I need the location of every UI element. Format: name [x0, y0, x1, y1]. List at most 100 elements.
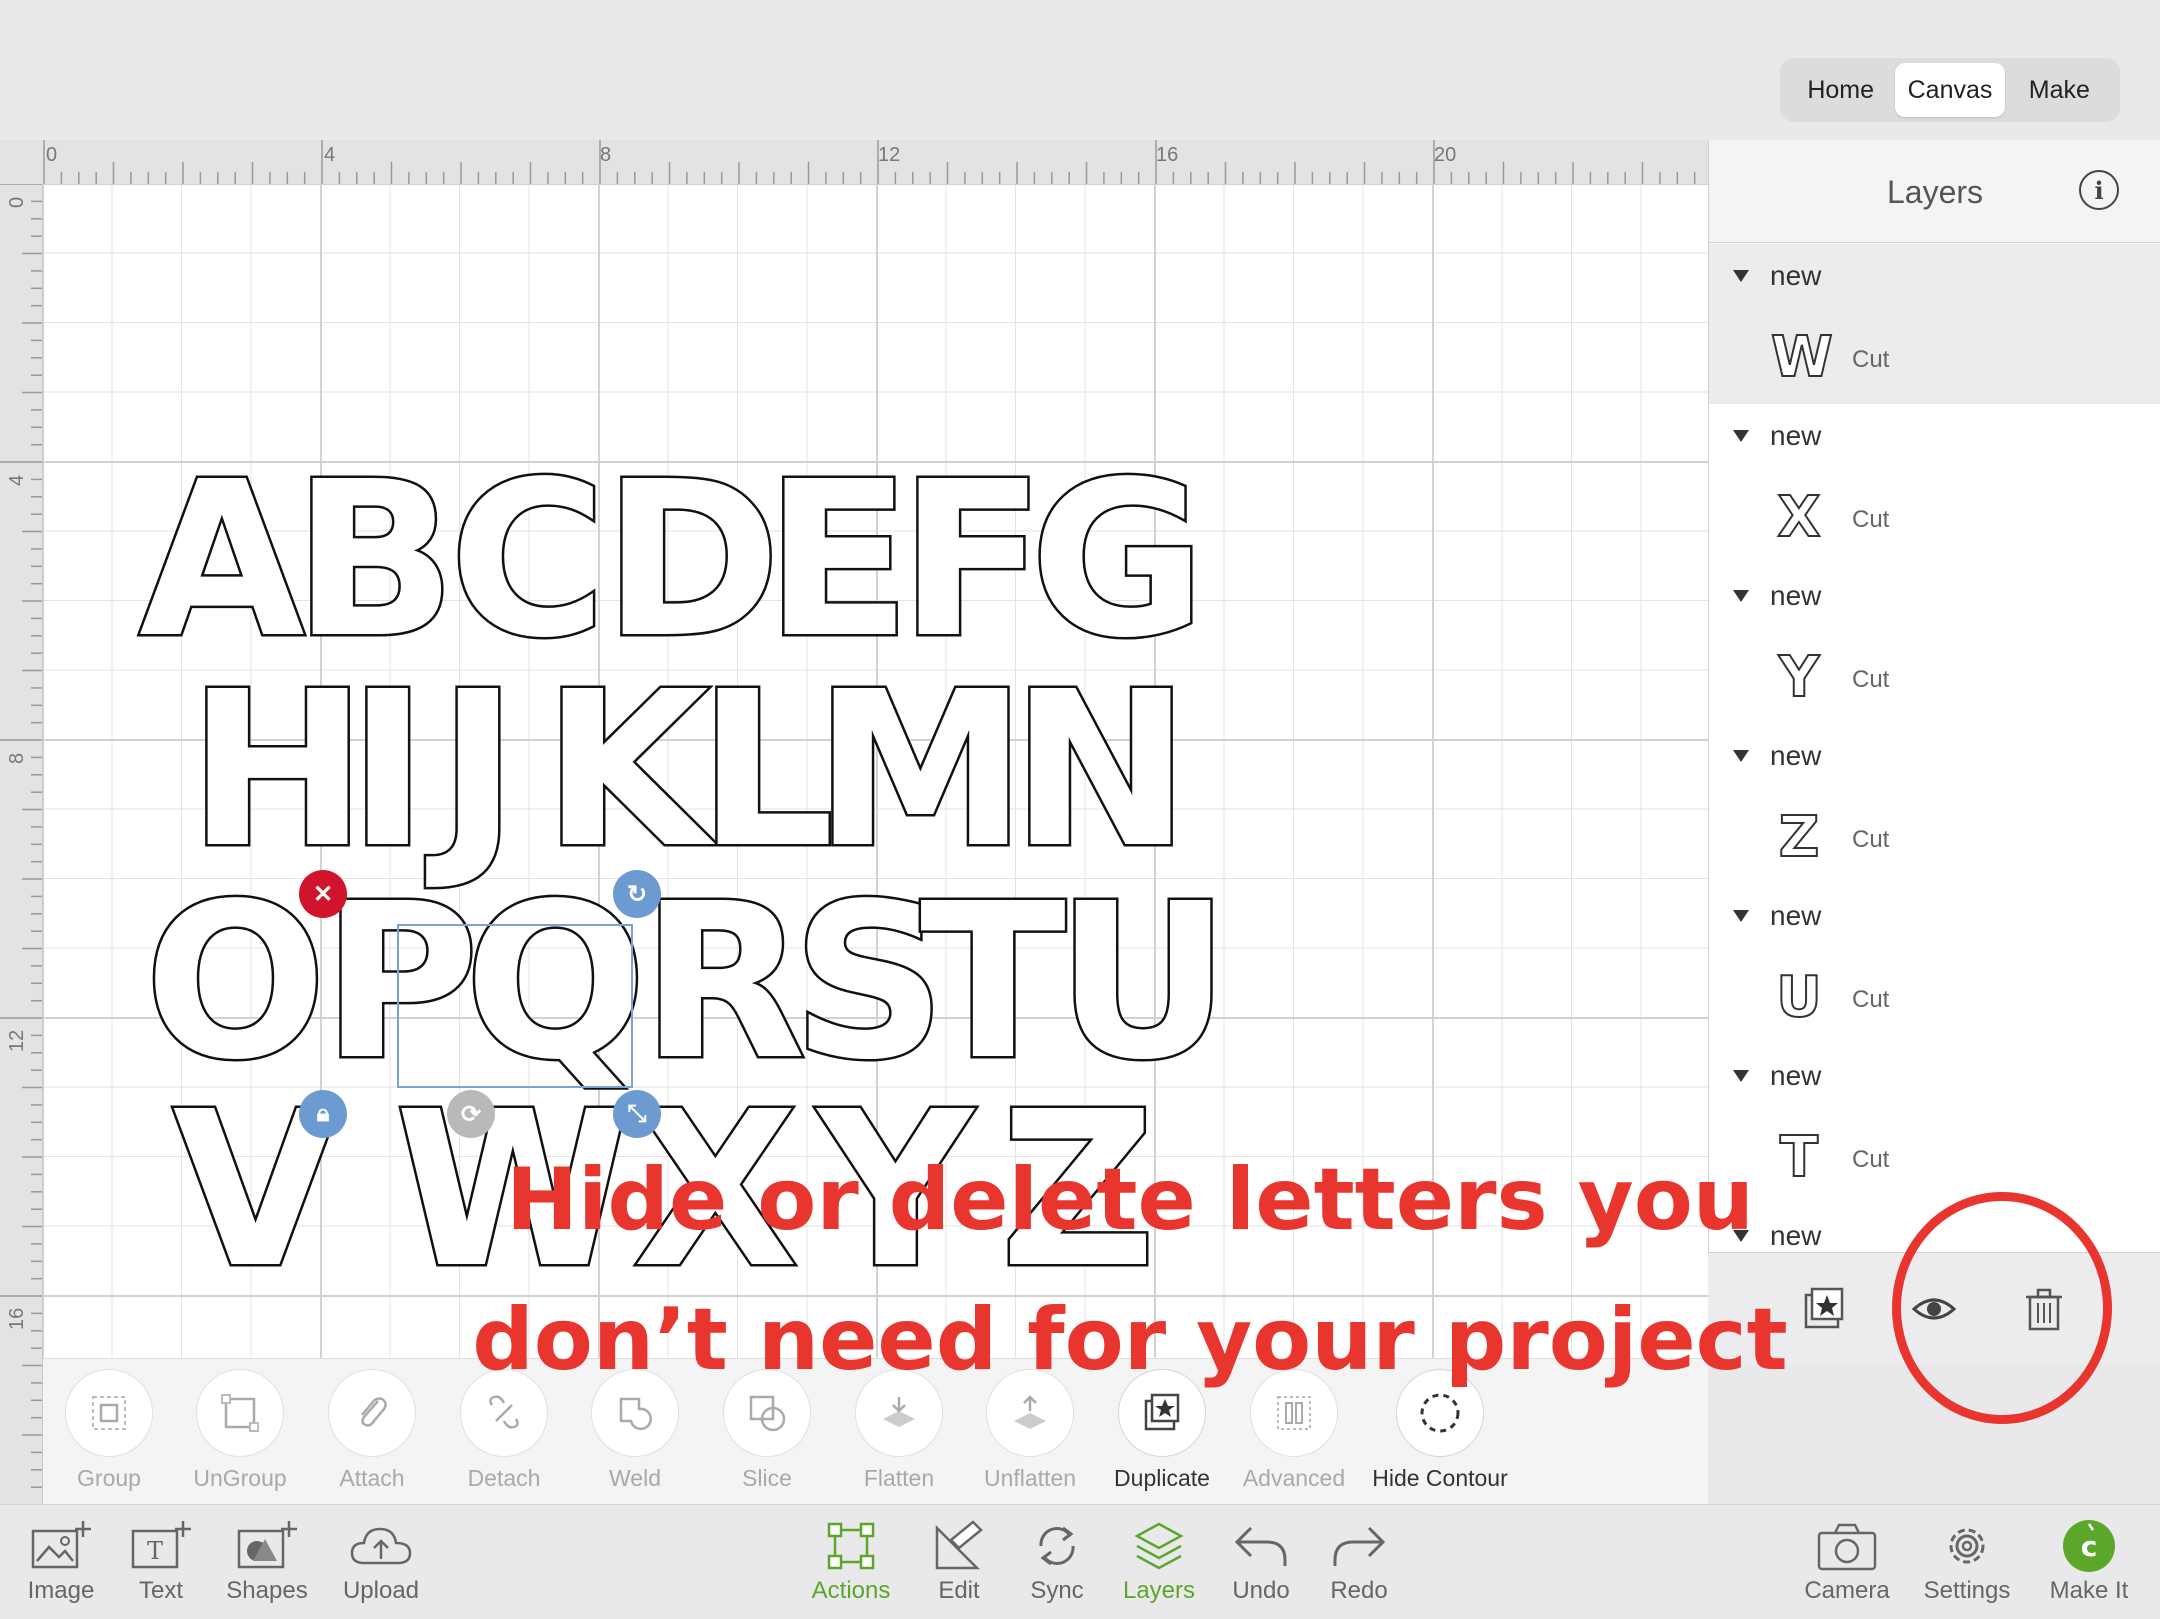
collapse-triangle-icon[interactable] — [1733, 1070, 1749, 1082]
slice-label: Slice — [742, 1465, 792, 1491]
sync-button[interactable]: Sync — [1002, 1515, 1112, 1605]
canvas-letter[interactable]: N — [1008, 661, 1193, 880]
canvas-letter[interactable]: K — [541, 661, 712, 880]
layer-group[interactable]: new Z Cut — [1709, 724, 2160, 886]
flatten-label: Flatten — [863, 1465, 935, 1491]
ruler-label: 4 — [324, 144, 336, 166]
image-button[interactable]: Image — [6, 1515, 116, 1605]
nav-home[interactable]: Home — [1786, 63, 1895, 117]
canvas-letter[interactable]: T — [913, 873, 1073, 1092]
cloud-upload-icon — [350, 1527, 412, 1565]
layer-type: Cut — [1852, 346, 1890, 373]
text-icon: T — [131, 1521, 191, 1569]
weld-label: Weld — [609, 1465, 661, 1491]
layer-group-name: new — [1770, 900, 1822, 931]
group-label: Group — [77, 1465, 141, 1491]
actions-button[interactable]: Actions — [796, 1515, 906, 1605]
svg-text:T: T — [147, 1537, 163, 1565]
undo-icon — [1234, 1526, 1287, 1566]
redo-button[interactable]: Redo — [1304, 1515, 1414, 1605]
canvas-letter[interactable]: E — [762, 451, 913, 670]
annotation-line-1: Hide or delete letters you — [505, 1150, 1755, 1250]
canvas-letter[interactable]: R — [639, 873, 809, 1092]
ungroup-button[interactable]: UnGroup — [174, 1369, 306, 1492]
ungroup-icon — [221, 1394, 259, 1432]
text-label: Text — [138, 1577, 183, 1604]
nav-canvas[interactable]: Canvas — [1895, 63, 2005, 117]
group-icon — [92, 1396, 126, 1430]
collapse-triangle-icon[interactable] — [1733, 430, 1749, 442]
layer-thumbnail: Z — [1778, 805, 1821, 870]
gear-icon — [1949, 1528, 1985, 1564]
ruler-label: 8 — [6, 752, 28, 764]
layers-icon — [1134, 1522, 1184, 1570]
edit-button[interactable]: Edit — [904, 1515, 1014, 1605]
ruler-label: 4 — [6, 474, 28, 486]
collapse-triangle-icon[interactable] — [1733, 270, 1749, 282]
text-button[interactable]: T Text — [106, 1515, 216, 1605]
selection-box[interactable] — [397, 924, 633, 1088]
redo-icon — [1333, 1526, 1386, 1566]
canvas-letter[interactable]: H — [186, 661, 370, 880]
edit-icon — [935, 1520, 983, 1570]
ungroup-label: UnGroup — [193, 1465, 287, 1491]
layers-button[interactable]: Layers — [1104, 1515, 1214, 1605]
canvas-letter[interactable]: F — [897, 451, 1048, 670]
actions-icon — [827, 1522, 875, 1570]
layer-group[interactable]: new W Cut — [1709, 244, 2160, 406]
svg-text:c: c — [2081, 1530, 2098, 1563]
settings-label: Settings — [1923, 1577, 2011, 1604]
settings-button[interactable]: Settings — [1912, 1515, 2022, 1605]
attach-button[interactable]: Attach — [306, 1369, 438, 1492]
camera-button[interactable]: Camera — [1792, 1515, 1902, 1605]
layer-thumbnail: U — [1775, 965, 1822, 1030]
layer-group[interactable]: new X Cut — [1709, 404, 2160, 566]
ruler-label: 8 — [600, 144, 612, 166]
sync-icon — [1039, 1526, 1075, 1566]
annotation-circle — [1892, 1192, 2112, 1424]
canvas-letter[interactable]: A — [137, 451, 308, 670]
hide-contour-label: Hide Contour — [1372, 1465, 1508, 1491]
ruler-label: 0 — [6, 196, 28, 208]
nav-segmented-control: Home Canvas Make — [1780, 58, 2120, 122]
layer-group[interactable]: new U Cut — [1709, 884, 2160, 1046]
canvas-letter[interactable]: J — [408, 661, 548, 880]
nav-make[interactable]: Make — [2005, 63, 2114, 117]
annotation-line-2: don’t need for your project — [472, 1290, 1788, 1390]
rotate-handle-icon[interactable]: ↻ — [613, 870, 661, 918]
layer-group-name: new — [1770, 1060, 1822, 1091]
ruler-label: 12 — [878, 144, 901, 166]
canvas-letter[interactable]: O — [142, 873, 329, 1092]
ruler-label: 16 — [6, 1307, 28, 1330]
layer-thumbnail: W — [1770, 325, 1834, 390]
canvas-letter[interactable]: U — [1053, 873, 1233, 1092]
layer-type: Cut — [1852, 826, 1890, 853]
advanced-label: Advanced — [1242, 1465, 1346, 1491]
layer-group-name: new — [1770, 580, 1822, 611]
actions-label: Actions — [811, 1577, 891, 1604]
collapse-triangle-icon[interactable] — [1733, 590, 1749, 602]
canvas-letter[interactable]: B — [291, 451, 459, 670]
canvas-letter[interactable]: M — [812, 661, 1030, 880]
vertical-ruler: 0 4 8 12 16 — [0, 184, 43, 1504]
ruler-label: 0 — [46, 144, 58, 166]
make-it-button[interactable]: c Make It — [2034, 1515, 2144, 1605]
collapse-triangle-icon[interactable] — [1733, 750, 1749, 762]
ruler-label: 20 — [1434, 144, 1457, 166]
undo-button[interactable]: Undo — [1206, 1515, 1316, 1605]
delete-handle-icon[interactable]: ✕ — [299, 870, 347, 918]
attach-label: Attach — [339, 1465, 405, 1491]
canvas-letter[interactable]: C — [443, 451, 613, 670]
layer-group[interactable]: new Y Cut — [1709, 564, 2160, 726]
layer-group-name: new — [1770, 740, 1822, 771]
shapes-button[interactable]: Shapes — [212, 1515, 322, 1605]
lock-handle-icon[interactable]: 🔒︎ — [299, 1090, 347, 1138]
canvas-letter[interactable]: D — [601, 451, 784, 670]
info-icon[interactable]: i — [2079, 170, 2119, 210]
collapse-triangle-icon[interactable] — [1733, 910, 1749, 922]
upload-label: Upload — [342, 1577, 420, 1604]
canvas-letter[interactable]: G — [1028, 451, 1209, 670]
camera-icon — [1817, 1523, 1877, 1571]
group-button[interactable]: Group — [43, 1369, 175, 1492]
upload-button[interactable]: Upload — [326, 1515, 436, 1605]
